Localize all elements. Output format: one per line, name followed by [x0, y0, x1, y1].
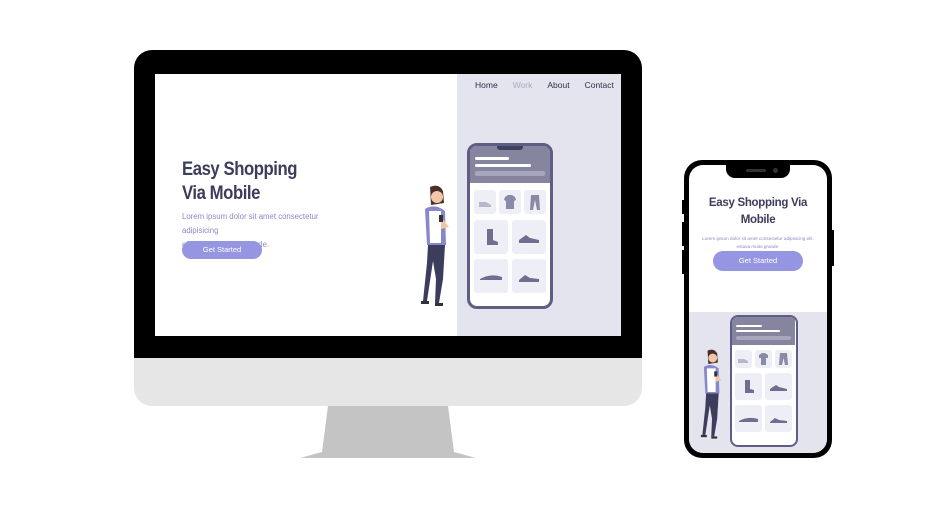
header-line	[475, 164, 531, 167]
mobile-phone: Easy Shopping Via Mobile Lorem ipsum dol…	[684, 160, 832, 458]
heel-icon	[770, 418, 787, 423]
get-started-button[interactable]: Get Started	[182, 241, 262, 259]
search-bar	[736, 336, 791, 340]
product-tile	[765, 373, 792, 400]
mobile-get-started-button[interactable]: Get Started	[713, 251, 803, 271]
nav-contact[interactable]: Contact	[585, 80, 614, 90]
tshirt-icon	[504, 195, 516, 209]
sneaker-icon	[770, 385, 787, 391]
product-tile	[512, 220, 546, 254]
speaker	[746, 169, 766, 172]
person-illustration	[700, 349, 722, 439]
product-tile	[512, 259, 546, 293]
product-tile	[735, 373, 762, 400]
mobile-phone-illustration	[730, 315, 798, 447]
tshirt-icon	[759, 353, 768, 365]
mobile-hero-description: Lorem ipsum dolor sit amet consectetur a…	[701, 235, 815, 251]
boot-icon	[745, 380, 754, 393]
header-line	[736, 325, 762, 327]
hero-description-line1: Lorem ipsum dolor sit amet consectetur a…	[182, 212, 319, 235]
header-line	[475, 157, 509, 160]
header-line	[736, 330, 780, 332]
product-tile	[524, 190, 546, 214]
nav-about[interactable]: About	[547, 80, 569, 90]
hero-title-line2: Via Mobile	[182, 183, 260, 204]
boot-icon	[487, 229, 498, 245]
mobile-notch	[726, 165, 790, 178]
mobile-hero-description-line1: Lorem ipsum dolor sit amet consectetur a…	[702, 236, 814, 241]
phone-illustration	[467, 143, 553, 309]
heel-icon	[519, 275, 539, 282]
hero-title-line1: Easy Shopping	[182, 159, 298, 180]
pants-icon	[530, 195, 540, 210]
product-tile	[474, 190, 496, 214]
nav-work[interactable]: Work	[513, 80, 533, 90]
phone-header	[732, 317, 795, 345]
search-bar	[475, 171, 545, 176]
product-tile	[735, 350, 752, 368]
monitor-chin	[134, 358, 642, 406]
hero-title: Easy Shopping Via Mobile	[182, 158, 352, 206]
product-tile	[735, 405, 762, 432]
mobile-screen: Easy Shopping Via Mobile Lorem ipsum dol…	[689, 165, 827, 453]
desktop-monitor: Home Work About Contact Easy Shopping Vi…	[134, 50, 642, 406]
slipper-icon	[480, 275, 502, 280]
slipper-icon	[739, 417, 758, 422]
monitor-stand	[300, 406, 476, 458]
mobile-hero-title: Easy Shopping Via Mobile	[689, 195, 827, 229]
mobile-hero-description-line2: estava muito grande.	[736, 244, 780, 249]
product-tile	[775, 350, 792, 368]
desktop-screen: Home Work About Contact Easy Shopping Vi…	[155, 74, 621, 336]
desktop-nav: Home Work About Contact	[475, 80, 614, 90]
nav-home[interactable]: Home	[475, 80, 498, 90]
pants-icon	[779, 353, 788, 365]
phone-notch	[497, 146, 523, 150]
product-tile	[755, 350, 772, 368]
phone-side-button	[832, 230, 834, 266]
product-tile	[765, 405, 792, 432]
product-tile	[499, 190, 521, 214]
camera-icon	[773, 168, 778, 173]
sneaker-icon	[519, 235, 539, 243]
product-tile	[474, 220, 508, 254]
shoe-icon	[479, 202, 491, 207]
phone-header	[470, 146, 550, 183]
mobile-hero-title-line2: Mobile	[740, 214, 776, 226]
shoe-icon	[738, 359, 748, 363]
person-illustration	[421, 185, 449, 306]
product-tile	[474, 259, 508, 293]
mobile-hero-title-line1: Easy Shopping Via	[708, 197, 808, 209]
